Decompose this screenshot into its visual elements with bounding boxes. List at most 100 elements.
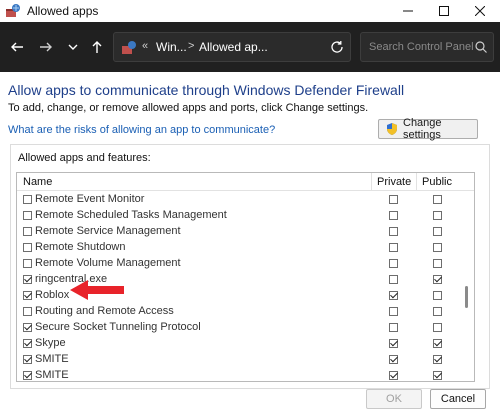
search-input[interactable]: Search Control Panel [360,32,494,62]
recent-locations-button[interactable] [62,36,84,58]
risks-help-link[interactable]: What are the risks of allowing an app to… [8,124,275,136]
app-name: Skype [35,337,66,349]
table-row[interactable]: Remote Scheduled Tasks Management [17,208,457,224]
table-row[interactable]: Remote Service Management [17,224,457,240]
forward-button[interactable] [35,36,57,58]
public-network-checkbox[interactable] [433,275,442,284]
column-header-private[interactable]: Private [377,176,411,188]
table-row[interactable]: SMITE [17,368,457,381]
private-network-checkbox[interactable] [389,195,398,204]
column-divider [371,173,372,191]
private-network-checkbox[interactable] [389,227,398,236]
title-bar: Allowed apps [0,0,500,22]
public-network-checkbox[interactable] [433,291,442,300]
app-name: Routing and Remote Access [35,305,174,317]
app-name: Remote Scheduled Tasks Management [35,209,227,221]
app-enabled-checkbox[interactable] [23,275,32,284]
app-enabled-checkbox[interactable] [23,307,32,316]
private-network-checkbox[interactable] [389,291,398,300]
app-name: Remote Service Management [35,225,181,237]
page-description: To add, change, or remove allowed apps a… [8,102,369,114]
app-enabled-checkbox[interactable] [23,355,32,364]
public-network-checkbox[interactable] [433,243,442,252]
app-name: SMITE [35,369,69,381]
forward-arrow-icon [40,42,52,52]
app-name: Remote Event Monitor [35,193,145,205]
minimize-button[interactable] [390,0,426,22]
page-title: Allow apps to communicate through Window… [8,82,405,98]
public-network-checkbox[interactable] [433,259,442,268]
refresh-button[interactable] [325,36,349,58]
public-network-checkbox[interactable] [433,339,442,348]
table-row[interactable]: Routing and Remote Access [17,304,457,320]
public-network-checkbox[interactable] [433,307,442,316]
maximize-icon [439,6,449,16]
uac-shield-icon [387,123,397,135]
back-arrow-icon [11,42,23,52]
control-panel-icon [121,40,137,56]
allowed-apps-group-label: Allowed apps and features: [18,152,151,164]
breadcrumb-segment-allowed-apps[interactable]: Allowed ap... [199,40,268,54]
public-network-checkbox[interactable] [433,195,442,204]
column-header-name[interactable]: Name [23,176,52,188]
app-enabled-checkbox[interactable] [23,259,32,268]
public-network-checkbox[interactable] [433,323,442,332]
table-row[interactable]: Remote Event Monitor [17,192,457,208]
app-enabled-checkbox[interactable] [23,243,32,252]
private-network-checkbox[interactable] [389,355,398,364]
private-network-checkbox[interactable] [389,339,398,348]
ok-button[interactable]: OK [366,389,422,409]
search-placeholder: Search Control Panel [369,41,474,53]
change-settings-button[interactable]: Change settings [378,117,478,141]
column-divider [416,173,417,191]
private-network-checkbox[interactable] [389,259,398,268]
breadcrumb-separator: > [188,40,195,52]
table-row[interactable]: SMITE [17,352,457,368]
table-header: Name Private Public [17,173,474,191]
address-bar[interactable]: « Win... > Allowed ap... [113,32,423,62]
table-row[interactable]: Remote Volume Management [17,256,457,272]
public-network-checkbox[interactable] [433,211,442,220]
table-row[interactable]: Secure Socket Tunneling Protocol [17,320,457,336]
app-enabled-checkbox[interactable] [23,211,32,220]
maximize-button[interactable] [426,0,462,22]
app-enabled-checkbox[interactable] [23,339,32,348]
app-enabled-checkbox[interactable] [23,323,32,332]
private-network-checkbox[interactable] [389,211,398,220]
window-title: Allowed apps [27,4,99,18]
private-network-checkbox[interactable] [389,307,398,316]
vertical-scrollbar[interactable] [460,192,474,381]
app-name: Secure Socket Tunneling Protocol [35,321,201,333]
red-annotation-arrow-icon [70,280,124,300]
private-network-checkbox[interactable] [389,243,398,252]
up-button[interactable] [86,36,108,58]
app-name: SMITE [35,353,69,365]
app-enabled-checkbox[interactable] [23,227,32,236]
allowed-apps-table: Name Private Public Remote Event Monitor… [16,172,475,382]
app-enabled-checkbox[interactable] [23,371,32,380]
close-button[interactable] [462,0,498,22]
scrollbar-thumb[interactable] [465,286,468,308]
up-arrow-icon [92,41,102,53]
app-enabled-checkbox[interactable] [23,195,32,204]
public-network-checkbox[interactable] [433,371,442,380]
public-network-checkbox[interactable] [433,227,442,236]
column-header-public[interactable]: Public [422,176,452,188]
cancel-button[interactable]: Cancel [430,389,486,409]
public-network-checkbox[interactable] [433,355,442,364]
breadcrumb-segment-windows[interactable]: Win... [156,40,187,54]
close-icon [475,6,485,16]
app-name: Remote Volume Management [35,257,181,269]
minimize-icon [403,10,413,12]
table-row[interactable]: Skype [17,336,457,352]
table-row[interactable]: Remote Shutdown [17,240,457,256]
recent-locations-chevron-icon [68,44,78,50]
private-network-checkbox[interactable] [389,323,398,332]
private-network-checkbox[interactable] [389,275,398,284]
app-enabled-checkbox[interactable] [23,291,32,300]
navigation-bar: « Win... > Allowed ap... Search Control … [0,22,500,72]
private-network-checkbox[interactable] [389,371,398,380]
firewall-app-icon [5,3,21,19]
back-button[interactable] [6,36,28,58]
breadcrumb-overflow[interactable]: « [142,40,148,52]
